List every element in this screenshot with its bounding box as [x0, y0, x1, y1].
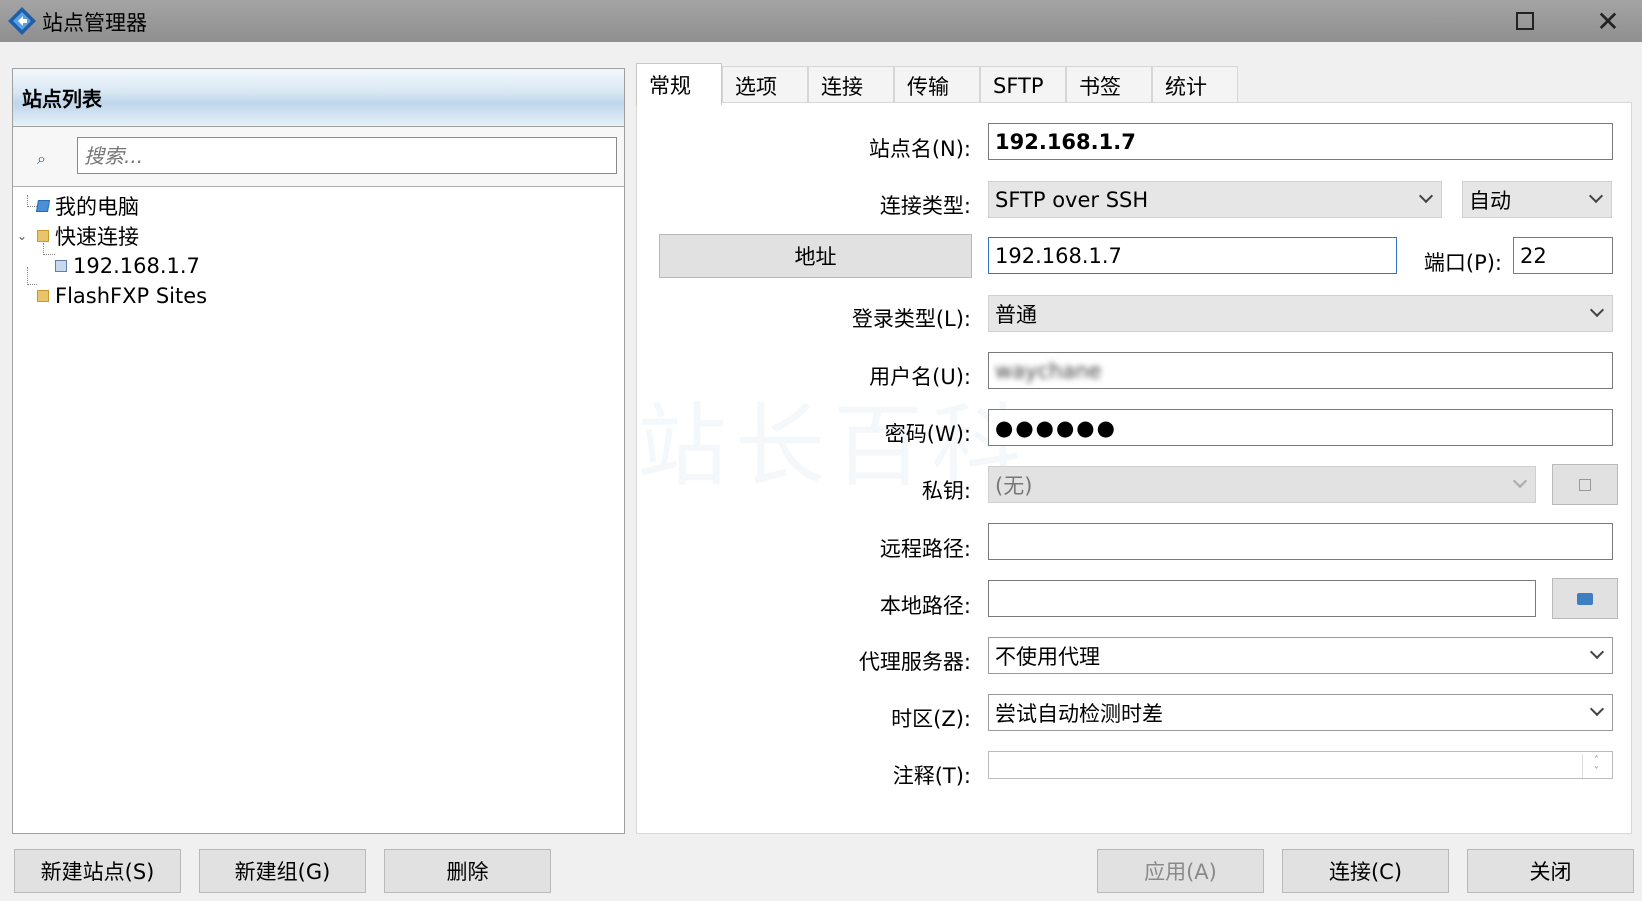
login-type-value: 普通	[995, 302, 1037, 327]
timezone-value: 尝试自动检测时差	[995, 701, 1163, 726]
local-path-field[interactable]	[988, 580, 1536, 617]
chevron-down-icon	[1588, 188, 1604, 204]
collapse-chevron-icon[interactable]: ⌄	[17, 221, 31, 251]
comment-label: 注释(T):	[892, 764, 971, 788]
search-input[interactable]	[77, 137, 617, 174]
tab-bar: 常规 选项 连接 传输 SFTP 书签 统计	[636, 63, 1238, 105]
proxy-label: 代理服务器:	[858, 650, 971, 674]
site-name-label: 站点名(N):	[868, 137, 971, 161]
conn-mode-value: 自动	[1469, 188, 1511, 213]
private-key-label: 私钥:	[921, 479, 971, 503]
close-window-button[interactable]: ✕	[1586, 4, 1630, 38]
browse-key-button[interactable]	[1552, 464, 1618, 505]
username-field[interactable]: waychane	[988, 352, 1613, 389]
title-bar: 站点管理器 — ✕	[0, 0, 1642, 42]
timezone-label: 时区(Z):	[891, 707, 971, 731]
conn-type-select[interactable]: SFTP over SSH	[988, 181, 1442, 218]
tab-options[interactable]: 选项	[722, 66, 808, 104]
chevron-down-icon	[1512, 473, 1528, 489]
tab-bookmarks[interactable]: 书签	[1066, 66, 1152, 104]
tree-line	[43, 243, 55, 255]
username-value: waychane	[995, 358, 1102, 383]
general-settings-panel: 站长百科 站点名(N): 192.168.1.7 连接类型: SFTP over…	[636, 102, 1632, 834]
bottom-button-bar: 新建站点(S) 新建组(G) 删除 应用(A) 连接(C) 关闭	[0, 845, 1642, 901]
connect-button[interactable]: 连接(C)	[1282, 849, 1449, 893]
conn-mode-select[interactable]: 自动	[1462, 181, 1612, 218]
chevron-down-icon	[1589, 644, 1605, 660]
new-group-button[interactable]: 新建组(G)	[199, 849, 366, 893]
apply-button[interactable]: 应用(A)	[1097, 849, 1264, 893]
chevron-down-icon: ˅	[1594, 766, 1599, 777]
conn-type-value: SFTP over SSH	[995, 187, 1149, 212]
folder-icon	[37, 290, 49, 302]
remote-path-field[interactable]	[988, 523, 1613, 560]
tab-connection[interactable]: 连接	[808, 66, 894, 104]
private-key-select[interactable]: (无)	[988, 466, 1536, 503]
tree-line	[27, 195, 37, 207]
tree-item-label: 我的电脑	[55, 195, 139, 219]
folder-icon	[37, 230, 49, 242]
search-row: ⌕	[13, 127, 624, 187]
site-list-header: 站点列表	[13, 69, 624, 127]
proxy-select[interactable]: 不使用代理	[988, 637, 1613, 674]
site-list-panel: 站点列表 ⌕ 我的电脑 ⌄ 快速连接 192.168.1.7	[12, 68, 625, 834]
tab-general[interactable]: 常规	[636, 63, 722, 105]
close-icon: ✕	[1596, 4, 1620, 38]
login-type-select[interactable]: 普通	[988, 295, 1613, 332]
tree-item-label: FlashFXP Sites	[55, 284, 208, 308]
site-manager-window: 站点管理器 — ✕ 站点列表 ⌕ 我的电脑 ⌄ 快速连接	[0, 0, 1642, 901]
tree-item-site[interactable]: 192.168.1.7	[55, 251, 200, 281]
new-site-button[interactable]: 新建站点(S)	[14, 849, 181, 893]
chevron-up-icon: ˄	[1594, 755, 1599, 766]
tree-item-flashfxp-sites[interactable]: FlashFXP Sites	[37, 281, 207, 311]
folder-icon	[1577, 592, 1593, 605]
chevron-down-icon	[1589, 701, 1605, 717]
tree-item-my-computer[interactable]: 我的电脑	[35, 191, 139, 221]
tab-statistics[interactable]: 统计	[1152, 66, 1238, 104]
local-path-label: 本地路径:	[879, 594, 971, 618]
private-key-value: (无)	[995, 473, 1033, 498]
window-title: 站点管理器	[42, 11, 147, 35]
computer-icon	[35, 200, 51, 212]
maximize-icon	[1516, 12, 1534, 30]
proxy-value: 不使用代理	[995, 644, 1100, 669]
login-type-label: 登录类型(L):	[851, 307, 971, 331]
conn-type-label: 连接类型:	[879, 194, 971, 218]
tree-line	[27, 267, 37, 285]
username-label: 用户名(U):	[869, 365, 971, 389]
password-field[interactable]: ●●●●●●	[988, 409, 1613, 446]
maximize-button[interactable]	[1503, 4, 1547, 38]
comment-spinner[interactable]: ˄ ˅	[1582, 754, 1610, 778]
port-label: 端口(P):	[1423, 251, 1502, 275]
search-icon: ⌕	[37, 149, 46, 168]
tree-item-label: 快速连接	[55, 225, 139, 249]
delete-button[interactable]: 删除	[384, 849, 551, 893]
address-button[interactable]: 地址	[659, 234, 972, 278]
chevron-down-icon	[1589, 302, 1605, 318]
comment-field[interactable]: ˄ ˅	[988, 751, 1613, 779]
site-icon	[55, 260, 67, 272]
remote-path-label: 远程路径:	[879, 537, 971, 561]
tab-transfer[interactable]: 传输	[894, 66, 980, 104]
port-field[interactable]: 22	[1513, 237, 1613, 274]
browse-folder-button[interactable]	[1552, 578, 1618, 619]
site-tree: 我的电脑 ⌄ 快速连接 192.168.1.7 FlashFXP Sites	[13, 187, 624, 787]
site-name-field[interactable]: 192.168.1.7	[988, 123, 1613, 160]
app-logo-icon	[8, 7, 36, 35]
password-label: 密码(W):	[884, 422, 971, 446]
timezone-select[interactable]: 尝试自动检测时差	[988, 694, 1613, 731]
key-file-icon	[1579, 478, 1591, 491]
tree-item-label: 192.168.1.7	[73, 254, 200, 278]
chevron-down-icon	[1418, 188, 1434, 204]
minimize-button[interactable]: —	[1420, 4, 1464, 38]
close-button[interactable]: 关闭	[1467, 849, 1634, 893]
tab-sftp[interactable]: SFTP	[980, 66, 1066, 104]
